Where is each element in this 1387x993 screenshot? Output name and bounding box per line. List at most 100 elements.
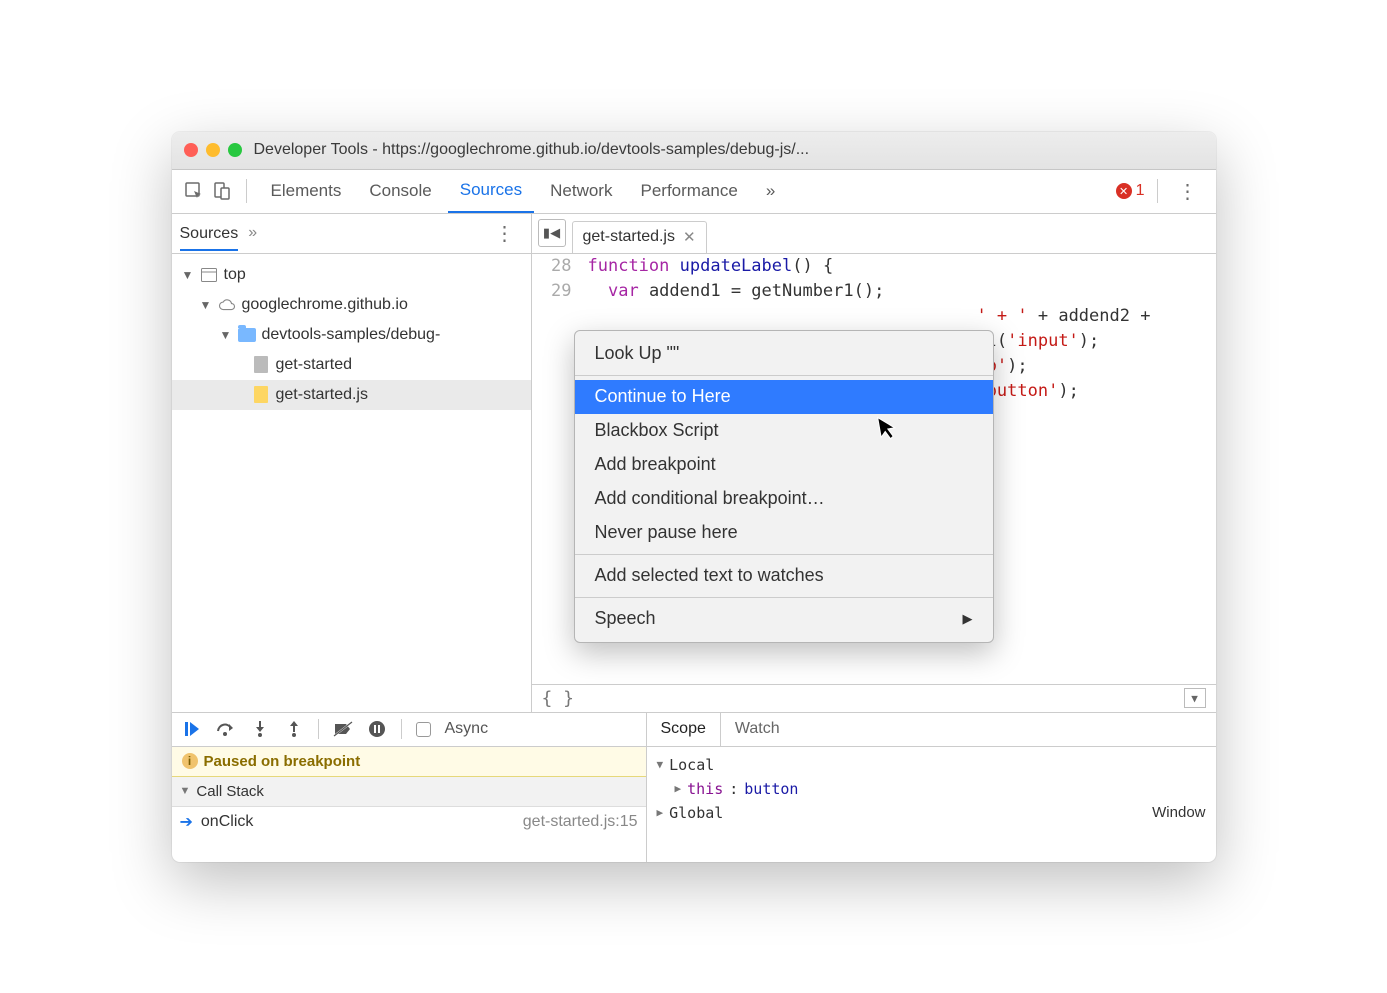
frame-location: get-started.js:15: [523, 813, 638, 831]
pause-exceptions-icon[interactable]: [367, 719, 387, 739]
line-number[interactable]: 29: [532, 279, 582, 304]
menu-add-breakpoint[interactable]: Add breakpoint: [575, 448, 993, 482]
editor-footer: { } ▼: [532, 684, 1216, 712]
menu-never-pause-here[interactable]: Never pause here: [575, 516, 993, 550]
paused-banner: i Paused on breakpoint: [172, 747, 646, 777]
frame-icon: [200, 266, 218, 284]
minimize-window-icon[interactable]: [206, 143, 220, 157]
debugger-left: Async i Paused on breakpoint ▼ Call Stac…: [172, 713, 647, 862]
tab-sources[interactable]: Sources: [448, 170, 534, 213]
disclosure-triangle-icon[interactable]: ▼: [657, 758, 664, 771]
step-over-icon[interactable]: [216, 719, 236, 739]
context-menu: Look Up "" Continue to Here Blackbox Scr…: [574, 330, 994, 643]
line-number[interactable]: 28: [532, 254, 582, 279]
scope-local-label: Local: [669, 756, 714, 774]
menu-add-conditional-breakpoint[interactable]: Add conditional breakpoint…: [575, 482, 993, 516]
close-window-icon[interactable]: [184, 143, 198, 157]
deactivate-breakpoints-icon[interactable]: [333, 719, 353, 739]
error-icon: ✕: [1116, 183, 1132, 199]
cloud-icon: [218, 296, 236, 314]
line-text[interactable]: var addend1 = getNumber1();: [582, 279, 1216, 304]
sidebar-tabs-overflow[interactable]: »: [248, 224, 257, 242]
debugger-right: Scope Watch ▼ Local ▶ this: button ▶ Glo…: [647, 713, 1216, 862]
step-out-icon[interactable]: [284, 719, 304, 739]
tree-file-html[interactable]: get-started: [172, 350, 531, 380]
disclosure-triangle-icon[interactable]: ▼: [200, 298, 212, 312]
main-tabstrip: Elements Console Sources Network Perform…: [172, 170, 1216, 214]
tree-file-js[interactable]: get-started.js: [172, 380, 531, 410]
tabs-overflow[interactable]: »: [754, 170, 787, 213]
code-line[interactable]: 28function updateLabel() {: [532, 254, 1216, 279]
disclosure-triangle-icon[interactable]: ▼: [182, 268, 194, 282]
scope-local[interactable]: ▼ Local: [657, 753, 1206, 777]
submenu-arrow-icon: ▶: [963, 611, 973, 627]
editor-dropdown-icon[interactable]: ▼: [1184, 688, 1206, 708]
sidebar-tabs: Sources » ⋮: [172, 214, 531, 254]
inspect-icon[interactable]: [182, 179, 206, 203]
editor-tab[interactable]: get-started.js ✕: [572, 221, 707, 253]
debugger-toolbar: Async: [172, 713, 646, 747]
tree-label: top: [224, 266, 246, 284]
line-text[interactable]: function updateLabel() {: [582, 254, 1216, 279]
tab-console[interactable]: Console: [357, 170, 443, 213]
sources-sidebar: Sources » ⋮ ▼ top ▼ googlechrome.github.…: [172, 214, 532, 712]
collapse-sidebar-icon[interactable]: ▮◀: [538, 219, 566, 247]
paused-text: Paused on breakpoint: [204, 753, 361, 770]
disclosure-triangle-icon[interactable]: ▶: [657, 806, 664, 819]
disclosure-triangle-icon[interactable]: ▶: [675, 782, 682, 795]
js-file-icon: [252, 386, 270, 404]
step-into-icon[interactable]: [250, 719, 270, 739]
error-badge[interactable]: ✕ 1: [1116, 182, 1145, 200]
scope-this[interactable]: ▶ this: button: [657, 777, 1206, 801]
callstack-header[interactable]: ▼ Call Stack: [172, 777, 646, 807]
separator: [401, 719, 402, 739]
scope-this-val: button: [744, 780, 798, 798]
async-checkbox[interactable]: [416, 722, 431, 737]
tree-label: get-started: [276, 356, 352, 374]
devtools-window: Developer Tools - https://googlechrome.g…: [172, 132, 1216, 862]
disclosure-triangle-icon[interactable]: ▼: [180, 785, 191, 797]
zoom-window-icon[interactable]: [228, 143, 242, 157]
tree-host[interactable]: ▼ googlechrome.github.io: [172, 290, 531, 320]
disclosure-triangle-icon[interactable]: ▼: [220, 328, 232, 342]
menu-continue-to-here[interactable]: Continue to Here: [575, 380, 993, 414]
scope-this-key: this: [687, 780, 723, 798]
code-line[interactable]: 29 var addend1 = getNumber1();: [532, 279, 1216, 304]
scope-pane: ▼ Local ▶ this: button ▶ Global Window: [647, 747, 1216, 831]
pretty-print-icon[interactable]: { }: [542, 688, 575, 709]
resume-icon[interactable]: [182, 719, 202, 739]
tab-scope[interactable]: Scope: [647, 713, 721, 746]
editor-tab-label: get-started.js: [583, 228, 675, 246]
file-tree: ▼ top ▼ googlechrome.github.io ▼ devtool…: [172, 254, 531, 712]
device-toggle-icon[interactable]: [210, 179, 234, 203]
menu-blackbox-script[interactable]: Blackbox Script: [575, 414, 993, 448]
menu-add-to-watches[interactable]: Add selected text to watches: [575, 559, 993, 593]
close-tab-icon[interactable]: ✕: [683, 228, 696, 246]
settings-menu-icon[interactable]: ⋮: [1170, 179, 1206, 204]
tab-performance[interactable]: Performance: [628, 170, 749, 213]
stack-frame[interactable]: ➔ onClick get-started.js:15: [172, 807, 646, 837]
tree-folder[interactable]: ▼ devtools-samples/debug-: [172, 320, 531, 350]
separator: [1157, 179, 1158, 203]
tab-network[interactable]: Network: [538, 170, 624, 213]
traffic-lights: [184, 143, 242, 157]
scope-watch-tabs: Scope Watch: [647, 713, 1216, 747]
menu-lookup[interactable]: Look Up "": [575, 337, 993, 371]
tab-elements[interactable]: Elements: [259, 170, 354, 213]
titlebar: Developer Tools - https://googlechrome.g…: [172, 132, 1216, 170]
sidebar-menu-icon[interactable]: ⋮: [487, 221, 523, 246]
callstack-title: Call Stack: [196, 783, 264, 800]
file-icon: [252, 356, 270, 374]
window-title: Developer Tools - https://googlechrome.g…: [254, 141, 1204, 159]
sidebar-tab-sources[interactable]: Sources: [180, 225, 239, 251]
scope-global[interactable]: ▶ Global Window: [657, 801, 1206, 825]
code-line[interactable]: ' + ' + addend2 +: [532, 304, 1216, 329]
line-text[interactable]: ' + ' + addend2 +: [582, 304, 1216, 329]
tree-top-frame[interactable]: ▼ top: [172, 260, 531, 290]
line-number[interactable]: [532, 304, 582, 329]
tab-watch[interactable]: Watch: [721, 713, 794, 746]
tree-label: googlechrome.github.io: [242, 296, 408, 314]
menu-speech[interactable]: Speech▶: [575, 602, 993, 636]
menu-separator: [575, 375, 993, 376]
async-label: Async: [445, 720, 489, 738]
